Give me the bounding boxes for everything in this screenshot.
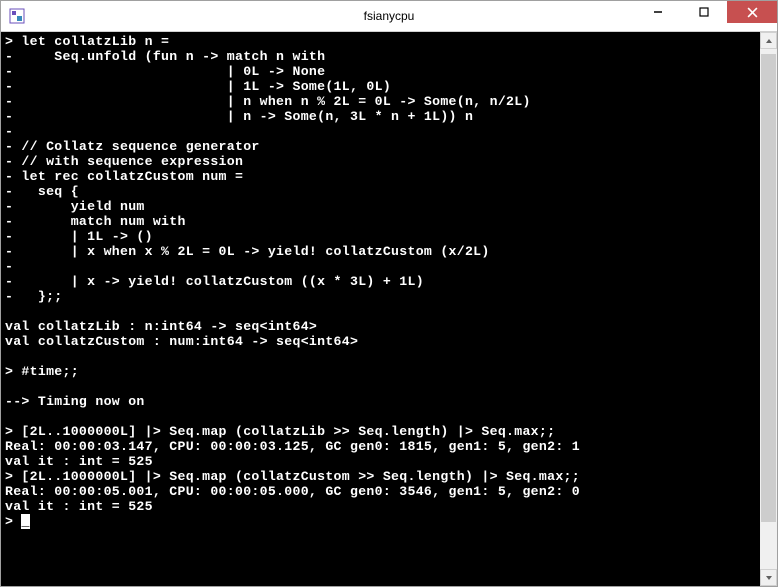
window-controls bbox=[635, 1, 777, 31]
terminal-cursor: _ bbox=[21, 514, 29, 529]
vertical-scrollbar[interactable] bbox=[760, 32, 777, 586]
window-title: fsianycpu bbox=[364, 9, 415, 23]
app-icon bbox=[9, 8, 25, 24]
content-area: > let collatzLib n = - Seq.unfold (fun n… bbox=[1, 32, 777, 586]
minimize-button[interactable] bbox=[635, 1, 681, 23]
scroll-up-button[interactable] bbox=[760, 32, 777, 49]
scrollbar-thumb[interactable] bbox=[761, 54, 776, 522]
maximize-button[interactable] bbox=[681, 1, 727, 23]
terminal-output[interactable]: > let collatzLib n = - Seq.unfold (fun n… bbox=[1, 32, 760, 586]
titlebar[interactable]: fsianycpu bbox=[1, 1, 777, 32]
close-button[interactable] bbox=[727, 1, 777, 23]
scrollbar-track[interactable] bbox=[760, 49, 777, 569]
scroll-down-button[interactable] bbox=[760, 569, 777, 586]
